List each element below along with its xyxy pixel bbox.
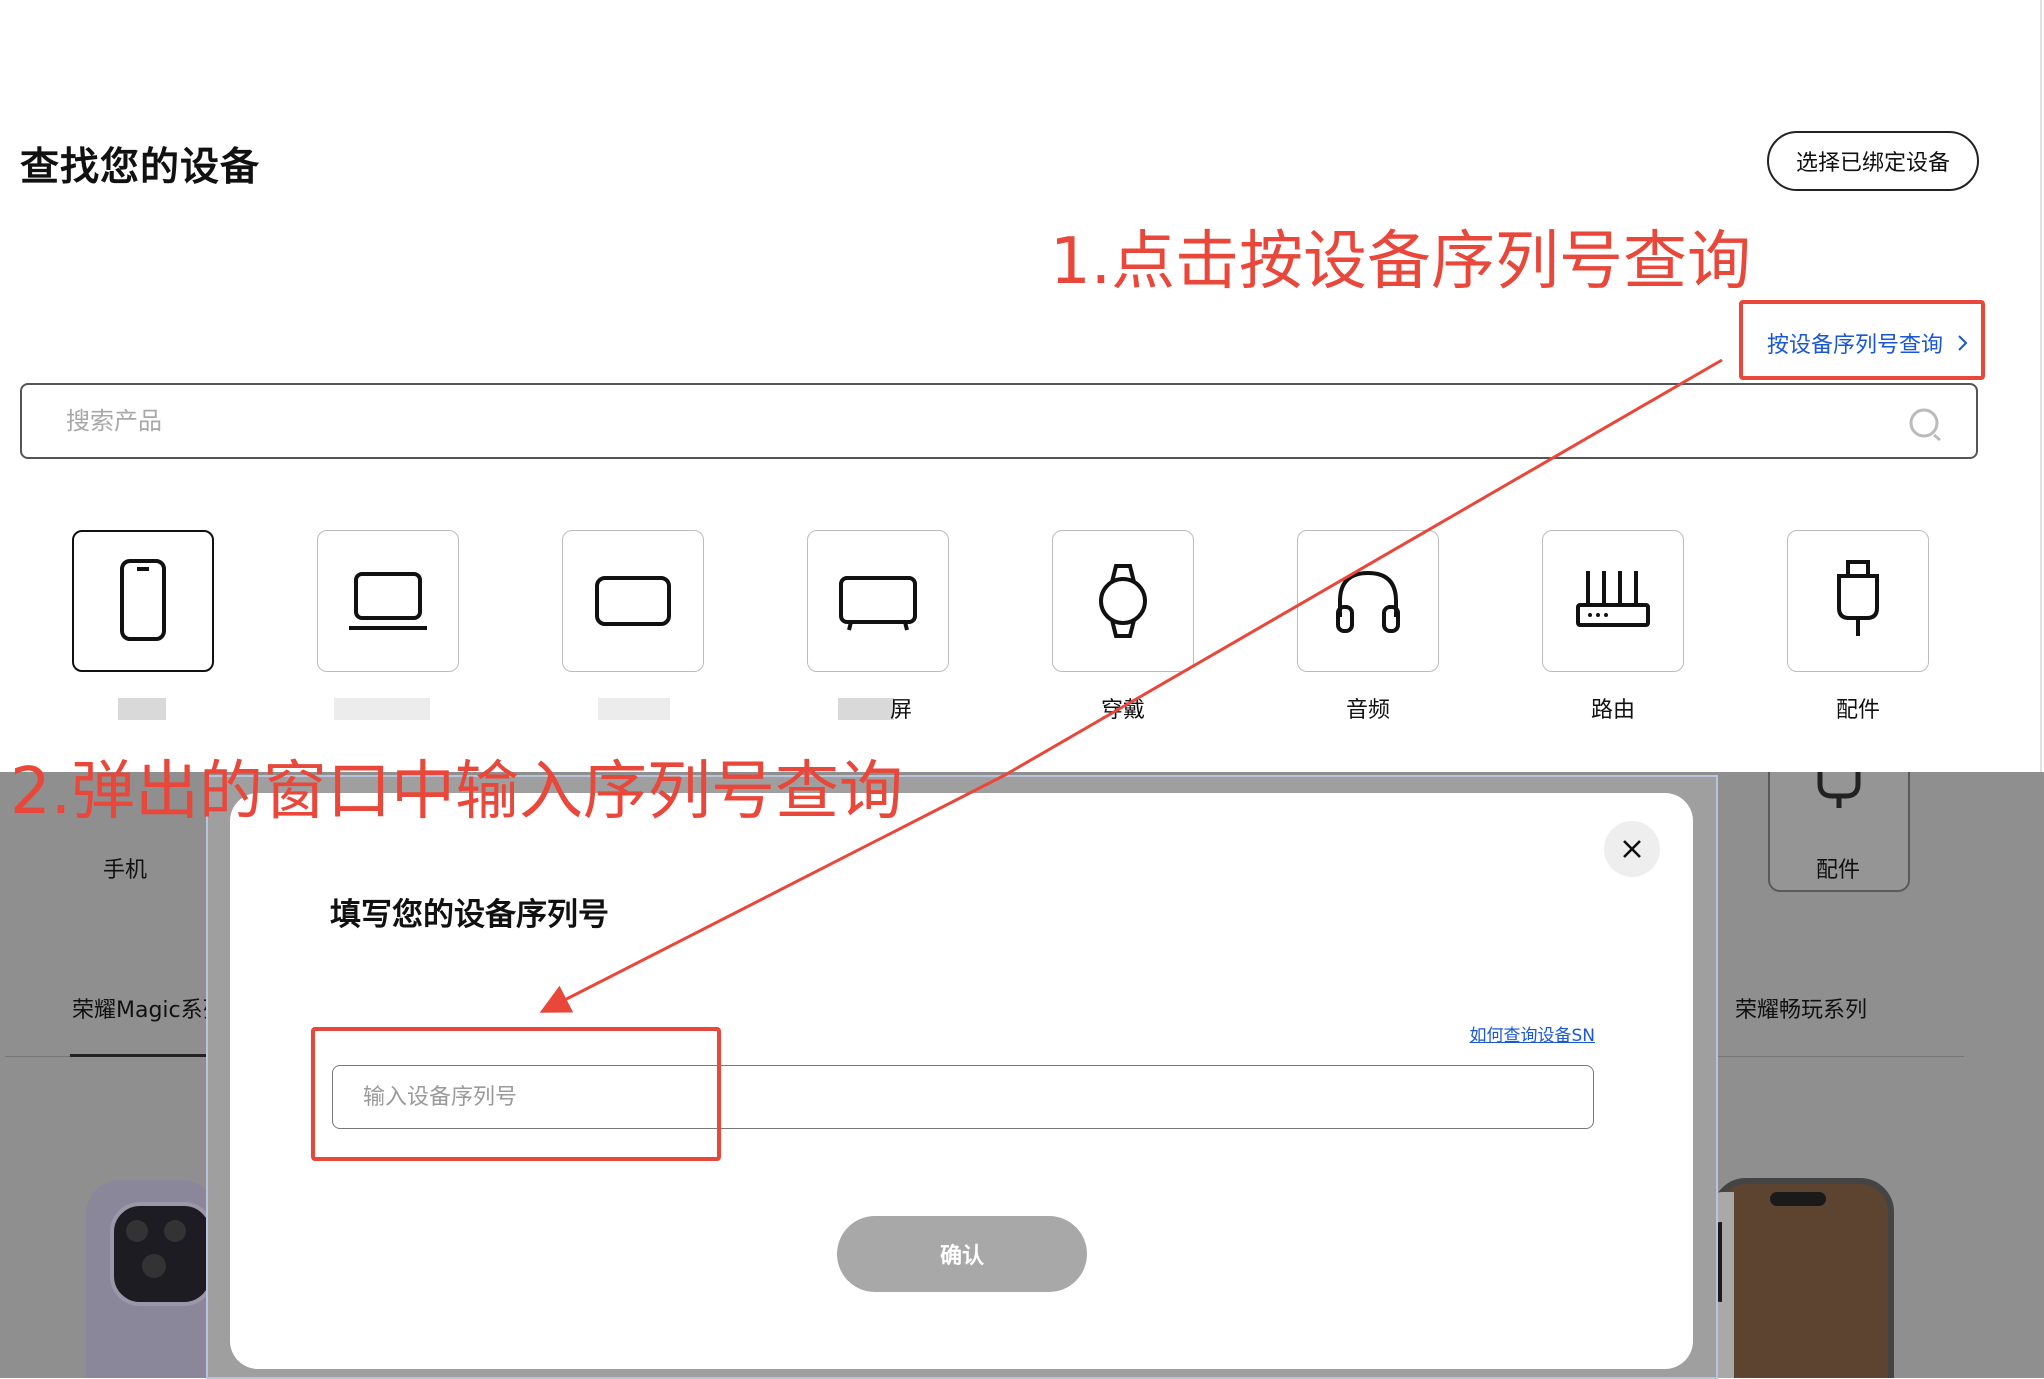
annotation-step-2: 2.弹出的窗口中输入序列号查询 — [10, 755, 904, 829]
annotation-step-1: 1.点击按设备序列号查询 — [1050, 225, 1752, 299]
annotation-arrow — [539, 358, 1723, 1013]
